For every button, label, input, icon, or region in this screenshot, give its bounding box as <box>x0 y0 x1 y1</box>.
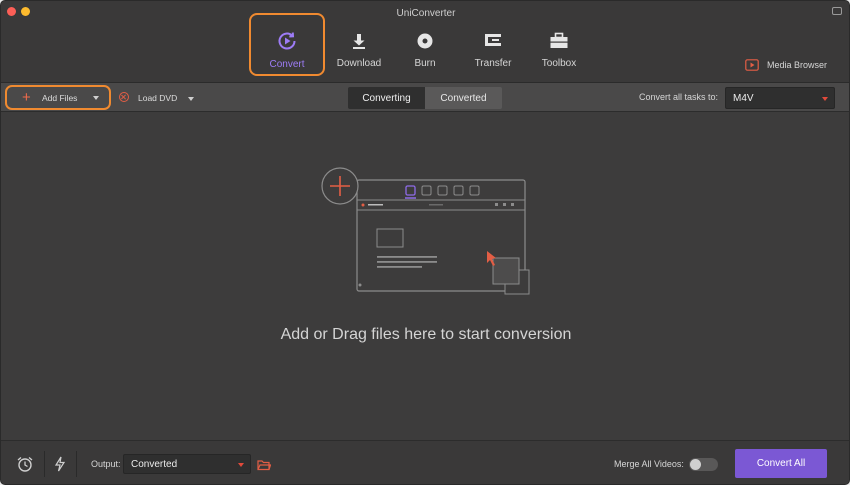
tab-transfer[interactable]: Transfer <box>457 15 529 75</box>
transfer-icon <box>457 31 529 51</box>
media-browser-button[interactable]: Media Browser <box>745 58 827 72</box>
lightning-icon[interactable] <box>51 455 69 473</box>
tab-converting[interactable]: Converting <box>348 87 425 109</box>
add-files-label: Add Files <box>42 93 78 103</box>
load-dvd-label: Load DVD <box>138 93 178 103</box>
alarm-clock-icon[interactable] <box>16 455 34 473</box>
tab-toolbox-label: Toolbox <box>541 58 577 69</box>
chevron-down-icon[interactable] <box>93 96 99 100</box>
download-icon <box>323 31 395 51</box>
conversion-status-tabs: Converting Converted <box>348 87 502 109</box>
output-folder-value: Converted <box>131 459 178 470</box>
media-browser-icon <box>745 59 759 71</box>
app-window: UniConverter Convert Download Burn Trans… <box>0 0 850 485</box>
tab-download[interactable]: Download <box>323 15 395 75</box>
tab-convert[interactable]: Convert <box>249 13 325 76</box>
chevron-down-icon <box>238 463 244 467</box>
output-label: Output: <box>91 459 121 469</box>
tab-transfer-label: Transfer <box>474 58 512 69</box>
media-browser-label: Media Browser <box>767 60 828 70</box>
file-drop-area[interactable]: Add or Drag files here to start conversi… <box>1 112 849 440</box>
toggle-knob <box>690 459 701 470</box>
bottom-bar: Output: Converted Merge All Videos: Conv… <box>1 440 849 484</box>
feedback-icon[interactable] <box>832 7 842 15</box>
top-nav-bar: UniConverter Convert Download Burn Trans… <box>1 1 849 83</box>
chevron-down-icon[interactable] <box>188 97 194 101</box>
divider <box>76 451 77 477</box>
plus-icon: + <box>22 89 31 106</box>
tab-burn[interactable]: Burn <box>389 15 461 75</box>
toolbar: + Add Files Load DVD Converting Converte… <box>1 83 849 112</box>
tab-toolbox[interactable]: Toolbox <box>523 15 595 75</box>
merge-all-videos-toggle[interactable] <box>689 458 718 471</box>
convert-all-button[interactable]: Convert All <box>735 449 827 478</box>
toolbox-icon <box>523 31 595 51</box>
drop-files-illustration <box>321 167 530 295</box>
convert-all-tasks-label: Convert all tasks to: <box>639 92 719 102</box>
disc-icon <box>389 31 461 51</box>
divider <box>44 451 45 477</box>
open-folder-icon[interactable] <box>257 458 272 476</box>
tab-converted[interactable]: Converted <box>425 87 502 109</box>
tab-convert-label: Convert <box>269 59 305 70</box>
tab-burn-label: Burn <box>414 58 436 69</box>
convert-icon <box>251 31 323 51</box>
output-format-select[interactable]: M4V <box>725 87 835 109</box>
add-files-button[interactable]: + Add Files <box>5 85 111 110</box>
drop-files-prompt: Add or Drag files here to start conversi… <box>280 326 572 343</box>
output-format-value: M4V <box>733 93 754 104</box>
merge-all-videos-label: Merge All Videos: <box>614 459 684 469</box>
output-folder-select[interactable]: Converted <box>123 454 251 474</box>
chevron-down-icon <box>822 97 828 101</box>
tab-download-label: Download <box>336 58 382 69</box>
load-dvd-button[interactable]: Load DVD <box>119 89 199 105</box>
dvd-close-icon <box>119 92 129 102</box>
